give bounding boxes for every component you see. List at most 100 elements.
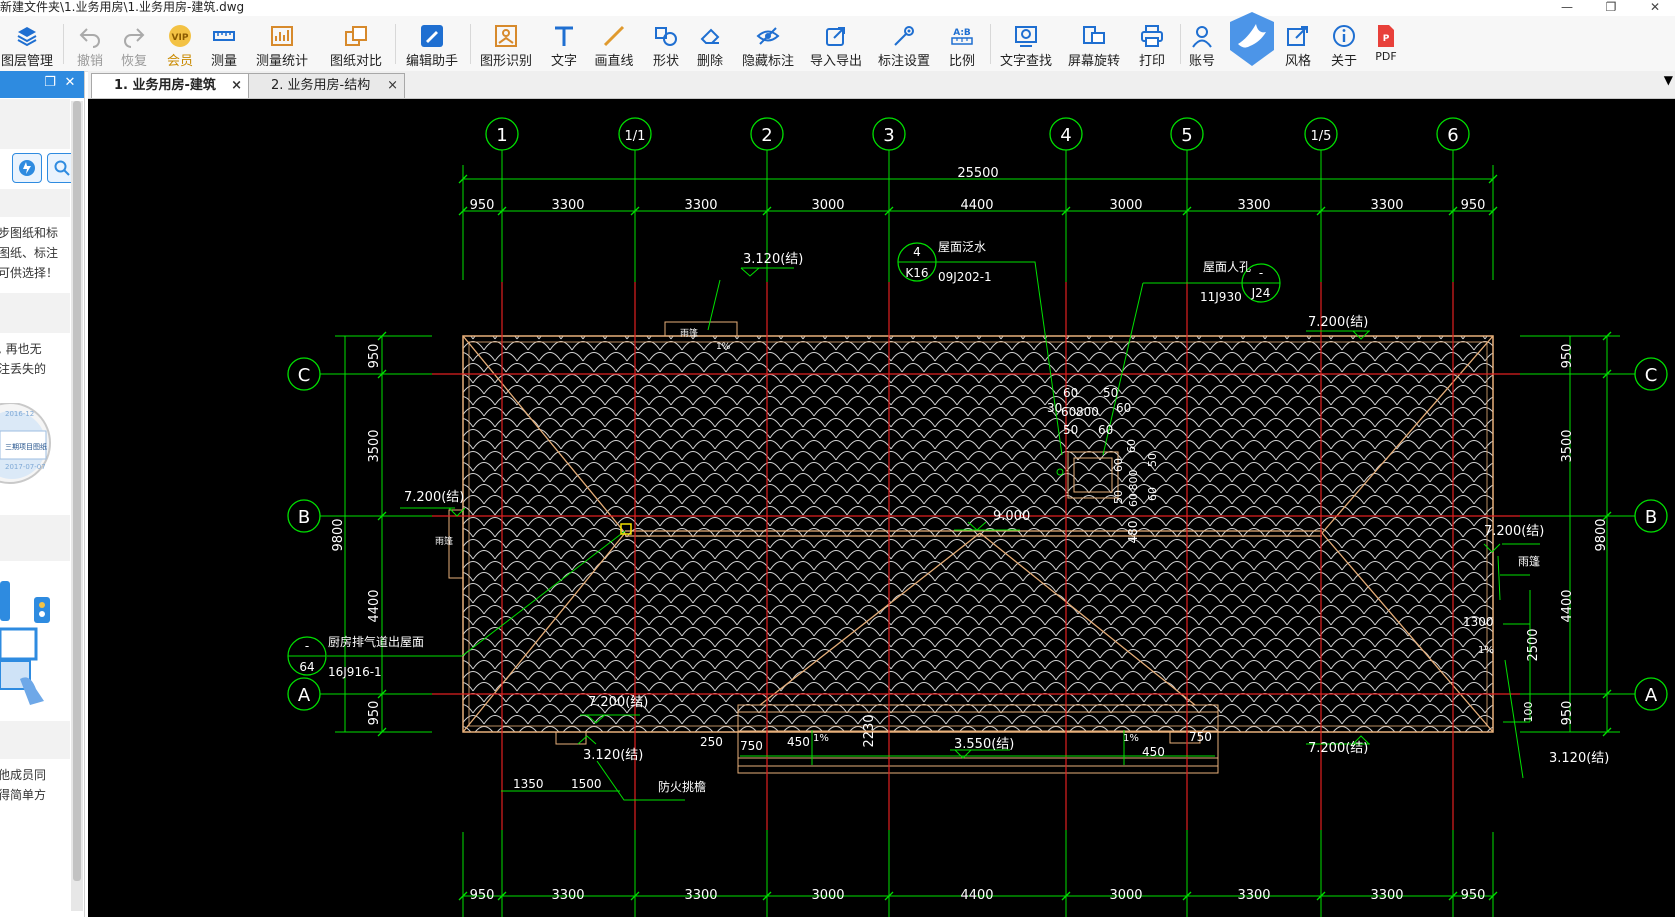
svg-text:1: 1 — [496, 125, 507, 146]
eraser-icon — [700, 28, 720, 44]
svg-text:2500: 2500 — [1526, 628, 1541, 661]
redo-button[interactable]: 恢复 — [114, 18, 154, 69]
svg-text:7.200(结): 7.200(结) — [1484, 524, 1544, 539]
tab-building-drawing[interactable]: 1. 业务用房-建筑 × — [91, 73, 249, 98]
drawing-compare-button[interactable]: 图纸对比 — [328, 18, 384, 69]
pdf-button[interactable]: P PDF — [1366, 18, 1406, 68]
edit-assistant-button[interactable]: 编辑助手 — [404, 18, 460, 69]
edit-assistant-icon — [421, 25, 443, 47]
svg-text:60: 60 — [1063, 386, 1078, 400]
svg-text:1%: 1% — [716, 342, 731, 352]
close-panel-icon[interactable]: ✕ — [62, 75, 78, 91]
svg-text:VIP: VIP — [172, 33, 189, 43]
svg-text:-: - — [1259, 266, 1263, 280]
svg-text:9800: 9800 — [1594, 518, 1609, 551]
import-export-button[interactable]: 导入导出 — [808, 18, 864, 69]
svg-text:3500: 3500 — [1560, 429, 1575, 462]
svg-text:50: 50 — [1146, 453, 1159, 467]
print-button[interactable]: 打印 — [1132, 18, 1172, 69]
svg-text:60: 60 — [1061, 405, 1076, 419]
svg-text:3300: 3300 — [1370, 888, 1403, 903]
svg-text:3.120(结): 3.120(结) — [1549, 751, 1609, 766]
annotation-settings-button[interactable]: 标注设置 — [876, 18, 932, 69]
undo-icon — [79, 28, 100, 48]
svg-text:屋面泛水: 屋面泛水 — [938, 240, 986, 254]
svg-text:450: 450 — [787, 735, 810, 749]
side-spacer — [0, 721, 70, 759]
restore-panel-icon[interactable]: ❐ — [42, 75, 58, 91]
svg-text:雨篷: 雨篷 — [1518, 554, 1540, 568]
shape-button[interactable]: 形状 — [646, 18, 686, 69]
svg-text:3000: 3000 — [1109, 888, 1142, 903]
account-button[interactable]: 账号 — [1184, 18, 1220, 69]
scale-button[interactable]: A:B 比例 — [942, 18, 982, 69]
svg-text:-: - — [305, 639, 309, 653]
measure-stats-button[interactable]: 测量统计 — [254, 18, 310, 69]
text-button[interactable]: 文字 — [544, 18, 584, 69]
side-spacer — [0, 99, 70, 149]
restore-button[interactable]: ❐ — [1596, 0, 1626, 14]
svg-text:B: B — [1645, 507, 1657, 528]
svg-text:9.000: 9.000 — [993, 509, 1030, 524]
side-panel: ❐ ✕ 步图纸和标 图纸、标注 可供选择！ , 再也无 注丢失的 2016-12… — [0, 71, 85, 917]
svg-text:A: A — [298, 685, 311, 706]
svg-text:4400: 4400 — [1560, 589, 1575, 622]
layers-icon — [17, 27, 37, 47]
minimize-button[interactable]: — — [1552, 0, 1582, 14]
side-scrollbar[interactable] — [71, 101, 83, 911]
svg-text:9800: 9800 — [331, 518, 346, 551]
text-search-button[interactable]: 文字查找 — [998, 18, 1054, 69]
svg-text:5: 5 — [1181, 125, 1192, 146]
svg-text:950: 950 — [1560, 344, 1575, 369]
style-button[interactable]: 风格 — [1278, 18, 1318, 69]
account-icon — [1192, 26, 1212, 48]
close-window-button[interactable]: ✕ — [1640, 0, 1670, 14]
shape-recognition-button[interactable]: 图形识别 — [478, 18, 534, 69]
svg-text:2: 2 — [761, 125, 772, 146]
layer-manager-button[interactable]: 图层管理 — [0, 18, 54, 69]
svg-text:3000: 3000 — [811, 888, 844, 903]
tab-structure-drawing[interactable]: 2. 业务用房-结构 × — [248, 73, 405, 98]
sync-button[interactable] — [12, 153, 42, 183]
svg-text:P: P — [1383, 34, 1390, 44]
promo-card-sync: 步图纸和标 图纸、标注 可供选择！ — [0, 217, 70, 293]
drawing-canvas[interactable]: 1 1/1 2 3 4 5 1/5 6 C B A C B A 25500 95… — [88, 99, 1675, 917]
toolbar-separator — [395, 24, 396, 64]
svg-text:4: 4 — [1060, 125, 1071, 146]
svg-text:950: 950 — [470, 198, 495, 213]
style-icon — [1287, 26, 1308, 46]
draw-line-button[interactable]: 画直线 — [594, 18, 634, 69]
svg-text:60: 60 — [1125, 439, 1138, 453]
screen-rotate-button[interactable]: 屏幕旋转 — [1066, 18, 1122, 69]
tab-close-icon[interactable]: × — [387, 74, 398, 98]
svg-text:7.200(结): 7.200(结) — [588, 695, 648, 710]
tab-list-dropdown-icon[interactable]: ▼ — [1664, 73, 1673, 87]
text-icon — [555, 26, 573, 46]
svg-text:25500: 25500 — [957, 166, 998, 181]
svg-text:60: 60 — [1116, 401, 1131, 415]
svg-text:3300: 3300 — [551, 888, 584, 903]
scrollbar-thumb[interactable] — [73, 101, 81, 881]
svg-text:J24: J24 — [1251, 286, 1271, 300]
svg-text:1350: 1350 — [513, 777, 544, 791]
svg-text:60: 60 — [1098, 423, 1113, 437]
svg-text:50: 50 — [1103, 386, 1118, 400]
promo-card-collaborate — [0, 561, 70, 721]
document-tab-bar: 1. 业务用房-建筑 × 2. 业务用房-结构 × ▼ — [88, 71, 1675, 99]
svg-text:800: 800 — [1127, 470, 1140, 491]
svg-text:K16: K16 — [905, 266, 928, 280]
measure-button[interactable]: 测量 — [204, 18, 244, 69]
cad-drawing[interactable]: 1 1/1 2 3 4 5 1/5 6 C B A C B A 25500 95… — [88, 99, 1675, 917]
vip-button[interactable]: VIP 会员 — [160, 18, 200, 69]
side-panel-header: ❐ ✕ — [0, 71, 84, 98]
svg-text:3300: 3300 — [1370, 198, 1403, 213]
about-button[interactable]: 关于 — [1324, 18, 1364, 69]
undo-button[interactable]: 撤销 — [70, 18, 110, 69]
svg-text:7.200(结): 7.200(结) — [1308, 315, 1368, 330]
scale-icon: A:B — [951, 28, 973, 45]
svg-text:3300: 3300 — [684, 198, 717, 213]
delete-button[interactable]: 删除 — [690, 18, 730, 69]
tab-close-icon[interactable]: × — [231, 74, 242, 98]
svg-text:1%: 1% — [1478, 645, 1494, 656]
hide-annotation-button[interactable]: 隐藏标注 — [740, 18, 796, 69]
